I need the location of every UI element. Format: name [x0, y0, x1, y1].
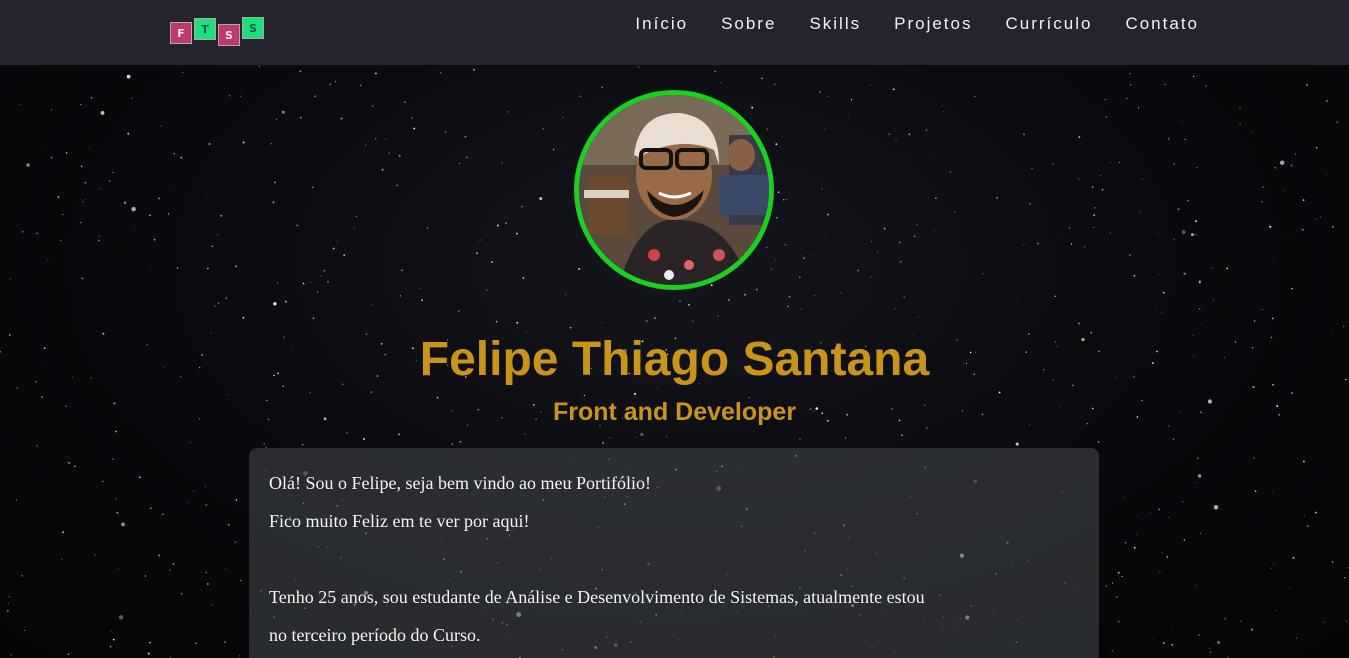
profile-avatar: [574, 90, 774, 290]
avatar-photo: [579, 95, 769, 285]
about-line-bio-continued: no terceiro período do Curso.: [269, 625, 481, 645]
nav-menu: Início Sobre Skills Projetos Currículo C…: [602, 14, 1199, 34]
nav-link-sobre[interactable]: Sobre: [721, 14, 776, 34]
logo-tile-s1: S: [218, 24, 240, 46]
nav-link-skills[interactable]: Skills: [809, 14, 861, 34]
hero-role: Front and Developer: [552, 398, 797, 426]
about-line-bio: Tenho 25 anos, sou estudante de Análise …: [269, 587, 925, 607]
hero-name: Felipe Thiago Santana: [419, 333, 930, 386]
nav-link-curriculo[interactable]: Currículo: [1005, 14, 1092, 34]
logo-tile-s2: S: [242, 17, 264, 39]
about-card: Olá! Sou o Felipe, seja bem vindo ao meu…: [249, 448, 1099, 658]
logo-tile-f: F: [170, 22, 192, 44]
nav-link-projetos[interactable]: Projetos: [894, 14, 972, 34]
nav-link-contato[interactable]: Contato: [1125, 14, 1199, 34]
about-line-greeting: Olá! Sou o Felipe, seja bem vindo ao meu…: [269, 473, 651, 493]
nav-link-inicio[interactable]: Início: [635, 14, 688, 34]
about-line-welcome: Fico muito Feliz em te ver por aqui!: [269, 511, 530, 531]
logo-tile-t: T: [194, 18, 216, 40]
logo[interactable]: F T S S: [170, 16, 270, 50]
navbar: F T S S Início Sobre Skills Projetos Cur…: [0, 0, 1349, 65]
